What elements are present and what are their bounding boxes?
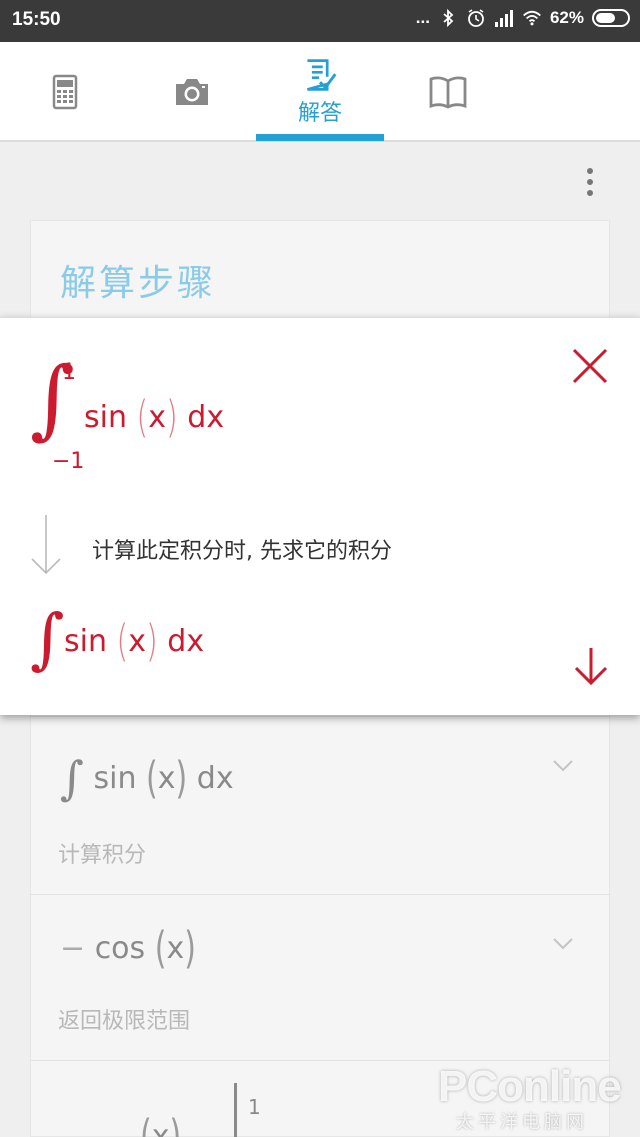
arrow-down-icon[interactable] — [572, 646, 610, 686]
step-item-cos[interactable]: − cos (x) 返回极限范围 — [30, 894, 610, 1060]
notification-dots: ... — [415, 8, 430, 27]
step-explanation: 计算此定积分时, 先求它的积分 — [92, 539, 392, 564]
status-time: 15:50 — [12, 9, 61, 30]
integral-lower-limit: −1 — [52, 449, 85, 474]
wifi-icon — [523, 10, 541, 26]
step-item-integral[interactable]: ∫ sin (x) dx 计算积分 — [30, 716, 610, 894]
status-icons: ... 62% — [416, 8, 630, 28]
watermark-logo: PConline — [438, 1062, 622, 1111]
integrand-expression: sin (x) dx — [84, 392, 225, 443]
tab-book[interactable] — [384, 42, 512, 142]
camera-icon — [176, 79, 208, 105]
answer-icon — [307, 59, 337, 91]
signal-icon — [494, 10, 513, 27]
more-options-icon[interactable] — [578, 164, 602, 200]
book-icon — [429, 76, 467, 109]
battery-icon — [592, 9, 630, 27]
calculator-icon — [52, 74, 78, 110]
tab-answer[interactable]: 解答 — [256, 42, 384, 142]
step-expression: − cos (x) — [60, 923, 196, 974]
chevron-down-icon — [553, 760, 573, 772]
close-icon[interactable] — [570, 346, 610, 386]
active-tab-indicator — [256, 134, 384, 141]
step-expression: (x) — [140, 1111, 182, 1137]
alarm-icon — [468, 9, 484, 27]
step-description: 计算积分 — [58, 843, 147, 868]
status-bar: 15:50 ... 62% — [0, 0, 640, 42]
tab-camera[interactable] — [128, 42, 256, 142]
step-description: 返回极限范围 — [58, 1009, 191, 1034]
result-expression: sin (x) dx — [64, 616, 205, 667]
steps-title: 解算步骤 — [60, 263, 217, 304]
result-integral-sign: ∫ — [30, 600, 65, 677]
battery-fill — [596, 13, 615, 23]
tab-bar: 解答 — [0, 42, 640, 142]
upper-limit: 1 — [248, 1095, 261, 1119]
bluetooth-icon — [443, 8, 454, 28]
watermark-subtitle: 太平洋电脑网 — [456, 1112, 588, 1133]
tab-answer-label: 解答 — [297, 101, 342, 126]
integral-upper-limit: 1 — [62, 360, 76, 385]
step-expression: ∫ sin (x) dx — [60, 751, 234, 805]
evaluation-bar — [234, 1083, 237, 1137]
step-arrow-icon — [31, 515, 61, 575]
battery-percent: 62% — [549, 8, 584, 27]
tab-calculator[interactable] — [0, 42, 128, 142]
chevron-down-icon — [553, 938, 573, 950]
